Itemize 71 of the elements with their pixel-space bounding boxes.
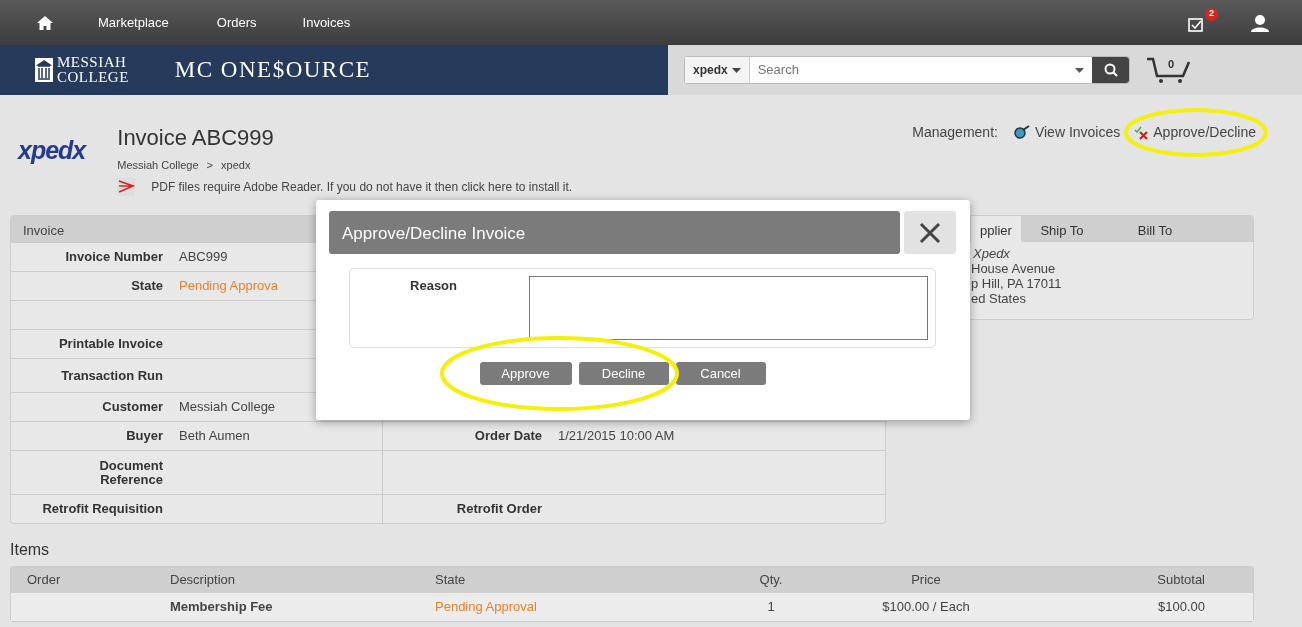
- nav-link[interactable]: Orders: [216, 12, 257, 33]
- supplier-name: Xpedx: [972, 246, 1011, 261]
- home-icon[interactable]: [36, 14, 54, 31]
- address-line: ed States: [971, 291, 1027, 306]
- close-icon: [919, 221, 941, 244]
- logo-text: COLLEGE: [57, 70, 129, 85]
- column-header: Subtotal: [1156, 571, 1206, 590]
- field-label: Printable Invoice: [57, 337, 164, 351]
- breadcrumb-link[interactable]: Messiah College: [117, 157, 199, 174]
- notification-badge: 2: [1205, 7, 1218, 21]
- dialog-button[interactable]: Approve: [479, 362, 572, 385]
- field-label: Document Reference: [98, 458, 164, 487]
- user-icon[interactable]: [1250, 13, 1270, 32]
- supplier-logo: xpedx: [18, 135, 86, 162]
- field-label: Order Date: [473, 427, 543, 446]
- pdf-notice: PDF files require Adobe Reader. If you do not have it then click here to install it.: [151, 178, 573, 196]
- search-icon: [1103, 63, 1118, 77]
- table-cell-text: Pending Approval: [434, 598, 538, 617]
- breadcrumb-separator: >: [206, 158, 214, 173]
- reason-label: Reason: [409, 277, 458, 295]
- column-header: Order: [26, 571, 62, 590]
- caret-icon: [731, 67, 741, 73]
- scope-dropdown[interactable]: xpedx: [685, 57, 750, 83]
- table-cell-text: 1: [766, 598, 776, 617]
- caret-icon: [1075, 67, 1084, 73]
- field-label: Retrofit Order: [455, 500, 543, 519]
- field-value: ABC999: [179, 248, 228, 267]
- search-button[interactable]: [1092, 57, 1129, 83]
- management-link[interactable]: View Invoices: [1011, 122, 1121, 143]
- section-title: Items: [10, 540, 51, 560]
- address-line: p Hill, PA 17011: [971, 276, 1063, 291]
- close-button[interactable]: [904, 211, 956, 254]
- field-label: Retrofit Requisition: [41, 502, 164, 516]
- table-cell-text: $100.00 / Each: [881, 598, 971, 617]
- table-cell-text: $100.00: [1157, 598, 1206, 617]
- nav-link[interactable]: Invoices: [302, 12, 351, 33]
- field-label: Buyer: [125, 429, 164, 443]
- cart-count: 0: [1168, 57, 1175, 72]
- column-header: Price: [910, 571, 942, 590]
- column-header: Description: [169, 571, 237, 590]
- pdf-icon: [117, 177, 136, 196]
- field-label: State: [130, 279, 164, 293]
- invoice-title: Invoice ABC999: [117, 125, 275, 151]
- breadcrumb-link[interactable]: xpedx: [221, 157, 251, 174]
- address-line: House Avenue: [971, 261, 1057, 276]
- field-label: Invoice Number: [64, 250, 164, 264]
- site-name: MC ONE$OURCE: [174, 55, 372, 84]
- table-cell-text: Membership Fee: [169, 598, 274, 617]
- column-header: State: [434, 571, 467, 590]
- address-tab[interactable]: Bill To: [1103, 216, 1207, 242]
- field-label: Transaction Run: [60, 368, 164, 383]
- field-value: 1/21/2015 10:00 AM: [558, 427, 675, 446]
- field-value: Messiah College: [179, 398, 276, 417]
- logo-text: MESSIAH: [57, 55, 128, 70]
- field-value: Pending Approva: [179, 277, 279, 296]
- reason-field[interactable]: [529, 276, 928, 340]
- address-tab[interactable]: Ship To: [1021, 216, 1103, 242]
- cart-icon[interactable]: [1146, 56, 1192, 84]
- column-header: Qty.: [758, 571, 784, 590]
- search-bar[interactable]: xpedx Search: [684, 56, 1130, 84]
- modal-title: Approve/Decline Invoice: [329, 211, 900, 254]
- building-icon: [35, 58, 53, 82]
- dialog-button[interactable]: Decline: [578, 362, 669, 385]
- nav-link[interactable]: Marketplace: [98, 12, 169, 33]
- magnifier-icon: [1011, 124, 1032, 141]
- check-cross-icon: [1134, 125, 1151, 140]
- management-label: Management:: [912, 123, 998, 142]
- dialog-button[interactable]: Cancel: [675, 362, 766, 385]
- field-value: Beth Aumen: [179, 427, 250, 446]
- field-label: Customer: [101, 400, 164, 414]
- address-tab[interactable]: pplier: [971, 216, 1021, 242]
